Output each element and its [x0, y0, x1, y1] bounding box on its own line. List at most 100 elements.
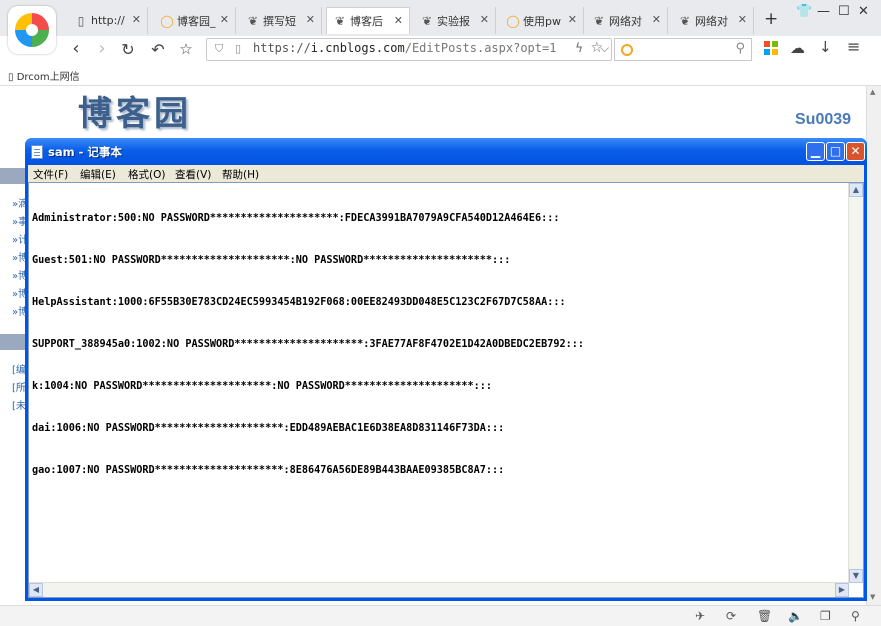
url-scheme: https:// [253, 41, 311, 55]
tab-label: 博客后 [350, 15, 383, 28]
apps-grid-icon[interactable] [764, 40, 778, 55]
address-bar[interactable]: ⛉ ▯ https://i.cnblogs.com/EditPosts.aspx… [206, 38, 612, 61]
status-bar: ✈ ⟳ 🗑 🔈 ❐ ⚲ [0, 605, 881, 626]
tab-6[interactable]: ❦ 网络对 ✕ [586, 7, 668, 34]
bookmark-star-icon[interactable]: ☆ [176, 40, 196, 58]
reload-icon[interactable]: ↻ [118, 40, 138, 59]
text-editor-area[interactable]: Administrator:500:NO PASSWORD***********… [28, 182, 864, 598]
address-text[interactable]: https://i.cnblogs.com/EditPosts.aspx?opt… [253, 41, 556, 55]
notepad-titlebar[interactable]: sam - 记事本 ▁ □ ✕ [25, 138, 867, 165]
text-line: SUPPORT_388945a0:1002:NO PASSWORD*******… [32, 339, 585, 350]
minimize-icon[interactable]: — [817, 4, 830, 19]
site-logo[interactable]: 博客园 [78, 86, 192, 135]
close-icon[interactable]: ✕ [394, 14, 403, 27]
menu-edit[interactable]: 编辑(E) [80, 167, 116, 182]
sidebar-link[interactable]: [所 [12, 379, 26, 394]
browser-logo-icon[interactable] [8, 6, 56, 54]
window-icon[interactable]: ❐ [820, 609, 831, 623]
username-link[interactable]: Su0039 [795, 111, 851, 129]
page-icon: ▯ [77, 13, 85, 28]
url-path: /EditPosts.aspx?opt=1 [404, 41, 557, 55]
tab-4[interactable]: ❦ 实验报 ✕ [414, 7, 496, 34]
tab-3[interactable]: ❦ 博客后 ✕ [326, 7, 410, 34]
refresh-icon[interactable]: ⟳ [726, 609, 736, 623]
tab-1[interactable]: ◯ 博客园_ ✕ [154, 7, 236, 34]
maximize-icon[interactable]: ☐ [838, 4, 850, 19]
maximize-button[interactable]: □ [826, 142, 845, 161]
text-line: gao:1007:NO PASSWORD********************… [32, 465, 505, 476]
menu-file[interactable]: 文件(F) [33, 167, 68, 182]
menu-format[interactable]: 格式(O) [128, 167, 165, 182]
scroll-down-arrow-icon[interactable]: ▼ [849, 569, 863, 583]
minimize-button[interactable]: ▁ [806, 142, 825, 161]
pin-icon[interactable]: ✈ [695, 609, 705, 623]
horizontal-scrollbar[interactable]: ◀ ▶ [29, 582, 849, 597]
tab-label: 网络对 [695, 14, 728, 28]
cnblogs-icon: ❦ [679, 13, 691, 28]
sidebar-link[interactable]: [编 [12, 361, 26, 376]
close-icon[interactable]: ✕ [220, 13, 229, 26]
speaker-icon[interactable]: 🔈 [788, 609, 803, 623]
browser-circle-icon: ◯ [506, 13, 520, 28]
bookmark-item[interactable]: ▯ Drcom上网信 [8, 68, 80, 83]
download-icon[interactable]: ↓ [819, 38, 832, 56]
close-icon[interactable]: ✕ [652, 13, 661, 26]
menu-icon[interactable]: ≡ [847, 37, 860, 56]
scroll-down-icon[interactable]: ▼ [870, 593, 875, 601]
lightning-icon[interactable]: ϟ [575, 41, 583, 55]
tab-0[interactable]: ▯ http:// ✕ [68, 7, 148, 34]
tab-label: 博客园_ [177, 14, 216, 28]
notepad-window: sam - 记事本 ▁ □ ✕ 文件(F) 编辑(E) 格式(O) 查看(V) … [25, 138, 867, 601]
scroll-up-icon[interactable]: ▲ [870, 88, 875, 96]
close-icon[interactable]: ✕ [480, 13, 489, 26]
forward-icon[interactable]: › [92, 38, 112, 59]
close-icon[interactable]: ✕ [132, 13, 141, 26]
chevron-down-icon[interactable]: ⌵ [600, 41, 609, 56]
close-icon[interactable]: ✕ [306, 13, 315, 26]
skin-icon[interactable]: 👕 [796, 4, 812, 19]
bookmark-label: Drcom上网信 [16, 72, 80, 83]
menu-help[interactable]: 帮助(H) [222, 167, 259, 182]
zoom-icon[interactable]: ⚲ [851, 609, 860, 623]
new-tab-button[interactable]: + [764, 9, 778, 29]
close-window-icon[interactable]: ✕ [858, 4, 869, 19]
cnblogs-icon: ❦ [421, 13, 433, 28]
text-line: HelpAssistant:1000:6F55B30E783CD24EC5993… [32, 297, 566, 308]
back-icon[interactable]: ‹ [66, 38, 86, 59]
text-line: k:1004:NO PASSWORD*********************:… [32, 381, 493, 392]
cnblogs-icon: ❦ [593, 13, 605, 28]
scroll-right-arrow-icon[interactable]: ▶ [835, 583, 849, 597]
cnblogs-icon: ❦ [247, 13, 259, 28]
tab-5[interactable]: ◯ 使用pw ✕ [500, 7, 584, 34]
url-host: i.cnblogs.com [310, 41, 405, 55]
tab-label: 使用pw [523, 14, 561, 28]
tab-2[interactable]: ❦ 撰写短 ✕ [240, 7, 322, 34]
vertical-scrollbar[interactable]: ▲ ▼ [848, 183, 863, 583]
scroll-up-arrow-icon[interactable]: ▲ [849, 183, 863, 197]
notepad-icon [31, 145, 43, 159]
editor-text[interactable]: Administrator:500:NO PASSWORD***********… [32, 184, 584, 506]
bookmarks-bar: ▯ Drcom上网信 [0, 64, 881, 86]
text-line: dai:1006:NO PASSWORD********************… [32, 423, 505, 434]
text-line: Guest:501:NO PASSWORD*******************… [32, 255, 511, 266]
shield-icon: ⛉ [215, 42, 224, 55]
text-line: Administrator:500:NO PASSWORD***********… [32, 213, 560, 224]
tab-label: http:// [91, 14, 125, 27]
page-scrollbar[interactable]: ▲ ▼ [866, 86, 881, 605]
scroll-left-arrow-icon[interactable]: ◀ [29, 583, 43, 597]
cloud-icon[interactable]: ☁ [790, 39, 805, 57]
undo-icon[interactable]: ↶ [148, 40, 168, 59]
browser-circle-icon: ◯ [160, 13, 174, 28]
close-button[interactable]: ✕ [846, 142, 865, 161]
tab-7[interactable]: ❦ 网络对 ✕ [672, 7, 754, 34]
close-icon[interactable]: ✕ [738, 13, 747, 26]
close-icon[interactable]: ✕ [568, 13, 577, 26]
tab-label: 撰写短 [263, 14, 296, 28]
sidebar-link[interactable]: [未 [12, 397, 26, 412]
search-icon[interactable]: ⚲ [735, 41, 745, 56]
window-title: sam - 记事本 [48, 145, 122, 159]
search-input[interactable]: ⚲ [614, 38, 752, 61]
trash-icon[interactable]: 🗑 [757, 609, 772, 623]
page-icon: ▯ [8, 72, 17, 83]
menu-view[interactable]: 查看(V) [175, 167, 211, 182]
